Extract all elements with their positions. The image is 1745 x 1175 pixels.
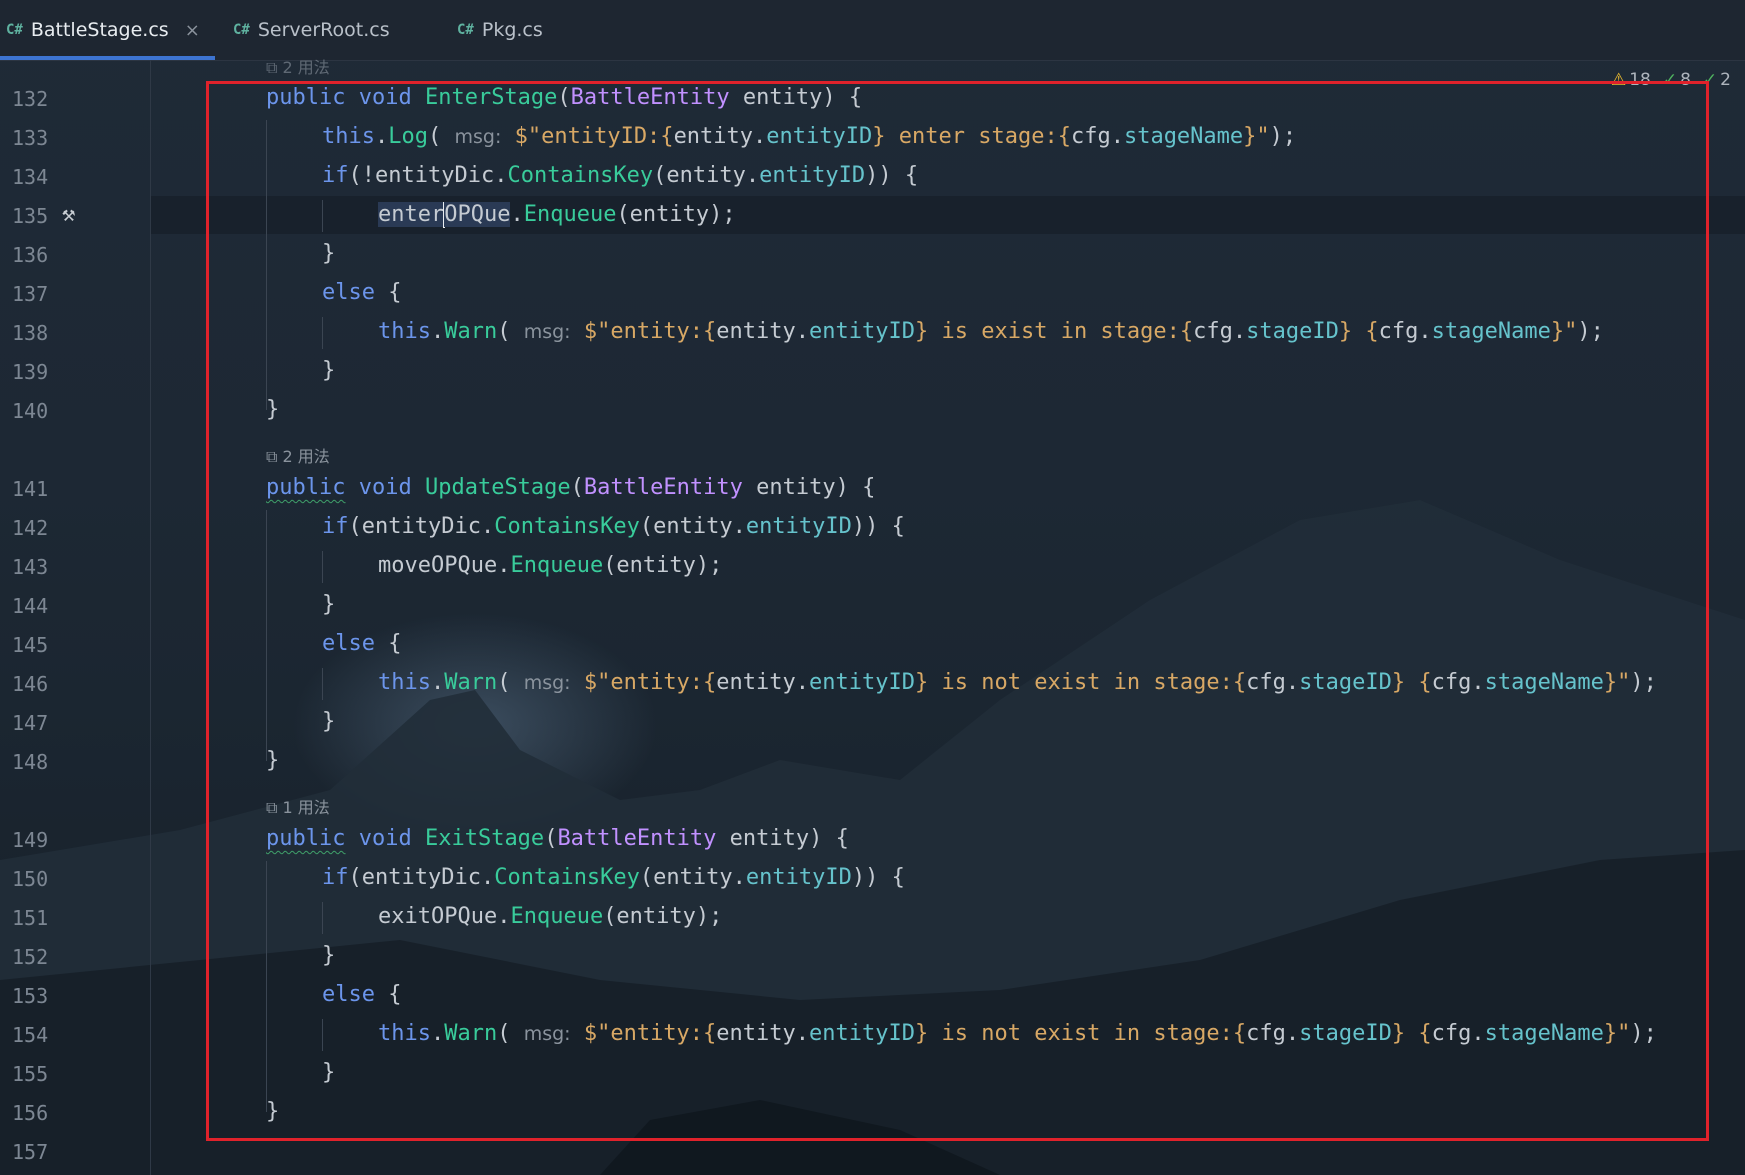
line-number[interactable]: 134 (12, 165, 62, 189)
line-number[interactable]: 151 (12, 906, 62, 930)
line-number[interactable]: 145 (12, 633, 62, 657)
csharp-file-icon: C# (457, 22, 474, 38)
line-number[interactable]: 153 (12, 984, 62, 1008)
usage-hint[interactable]: ⧉ 2 用法 (266, 54, 330, 78)
line-number[interactable]: 139 (12, 360, 62, 384)
line-number[interactable]: 154 (12, 1023, 62, 1047)
line-number[interactable]: 156 (12, 1101, 62, 1125)
line-number[interactable]: 157 (12, 1140, 62, 1164)
line-number[interactable]: 155 (12, 1062, 62, 1086)
line-number[interactable]: 149 (12, 828, 62, 852)
editor-tab-bar: C# BattleStage.cs × C# ServerRoot.cs C# … (0, 0, 1745, 61)
line-number[interactable]: 144 (12, 594, 62, 618)
line-number[interactable]: 132 (12, 87, 62, 111)
tab-battlestage[interactable]: C# BattleStage.cs × (6, 0, 200, 60)
csharp-file-icon: C# (6, 22, 23, 38)
tab-pkg[interactable]: C# Pkg.cs (457, 0, 543, 60)
line-number[interactable]: 148 (12, 750, 62, 774)
usage-link-icon: ⧉ (266, 58, 278, 77)
tab-label: Pkg.cs (481, 19, 543, 41)
hammer-icon[interactable]: ⚒ (62, 202, 75, 227)
tab-label: ServerRoot.cs (257, 19, 390, 41)
active-tab-indicator (0, 56, 215, 60)
tab-serverroot[interactable]: C# ServerRoot.cs (233, 0, 390, 60)
line-number[interactable]: 140 (12, 399, 62, 423)
line-number[interactable]: 152 (12, 945, 62, 969)
csharp-file-icon: C# (233, 22, 250, 38)
tab-label: BattleStage.cs (30, 19, 169, 41)
line-number[interactable]: 135 (12, 204, 62, 228)
line-number[interactable]: 136 (12, 243, 62, 267)
line-number[interactable]: 143 (12, 555, 62, 579)
line-number[interactable]: 147 (12, 711, 62, 735)
line-number[interactable]: 138 (12, 321, 62, 345)
line-number[interactable]: 141 (12, 477, 62, 501)
line-number[interactable]: 137 (12, 282, 62, 306)
line-number[interactable]: 150 (12, 867, 62, 891)
line-number[interactable]: 133 (12, 126, 62, 150)
highlight-box (206, 81, 1709, 1141)
line-number[interactable]: 142 (12, 516, 62, 540)
line-number[interactable]: 146 (12, 672, 62, 696)
close-tab-icon[interactable]: × (185, 20, 200, 41)
